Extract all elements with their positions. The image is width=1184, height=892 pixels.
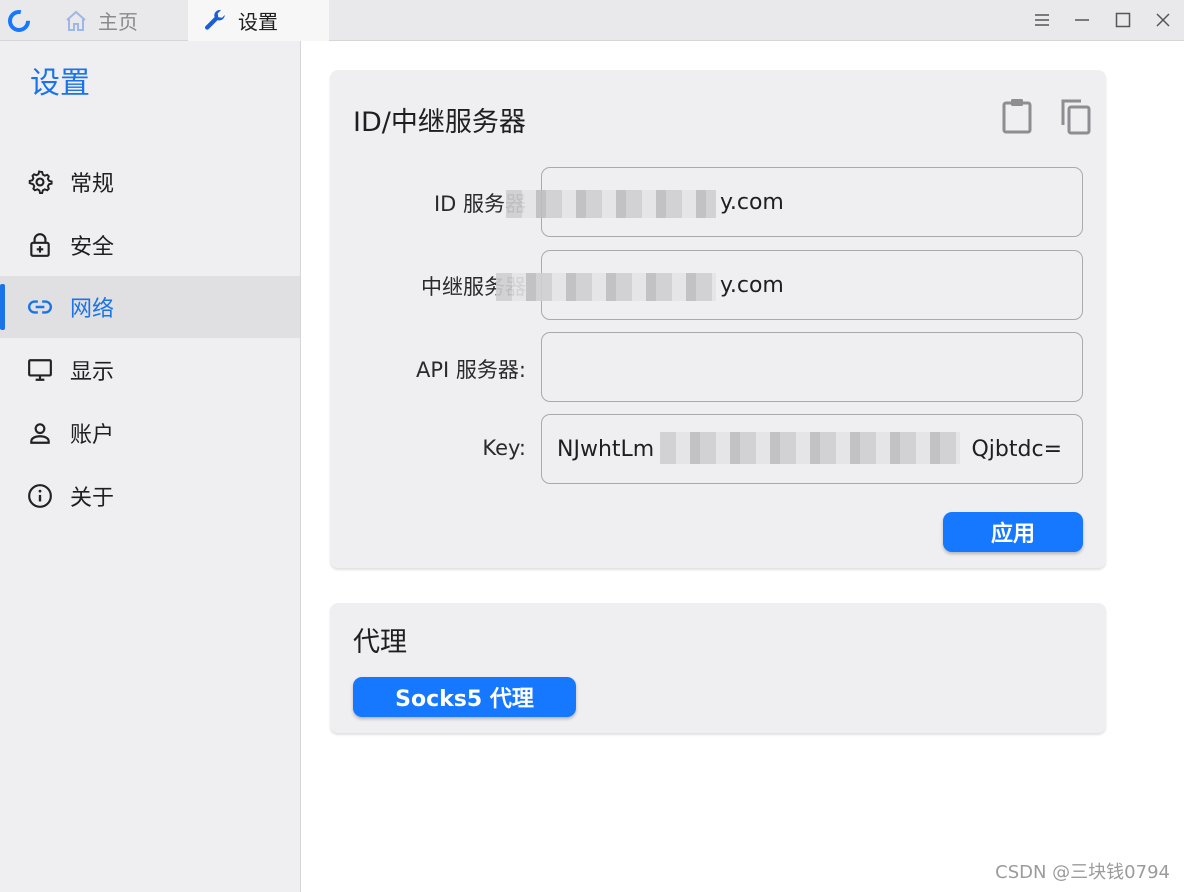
sidebar-item-account[interactable]: 账户	[0, 402, 300, 464]
tab-settings-label: 设置	[238, 10, 278, 34]
sidebar-item-network[interactable]: 网络	[0, 276, 300, 338]
key-label: Key:	[482, 436, 526, 460]
key-value-start: NJwhtLm	[557, 436, 655, 462]
maximize-icon	[1115, 12, 1131, 28]
sidebar-item-label: 常规	[70, 172, 115, 197]
wrench-icon	[205, 9, 225, 30]
card-title-id-relay: ID/中继服务器	[353, 107, 526, 138]
lock-icon	[30, 233, 50, 257]
sidebar-item-security[interactable]: 安全	[0, 214, 300, 276]
home-icon	[66, 10, 86, 31]
api-server-label: API 服务器:	[416, 358, 526, 382]
close-button[interactable]	[1151, 8, 1175, 32]
card-title-proxy: 代理	[353, 627, 407, 658]
tab-home[interactable]: 主页	[52, 0, 188, 41]
sidebar-item-general[interactable]: 常规	[0, 151, 300, 213]
sidebar-item-label: 关于	[70, 486, 115, 511]
close-icon	[1156, 13, 1170, 27]
sidebar-item-label: 显示	[70, 360, 115, 385]
redaction-blur	[496, 273, 716, 301]
sidebar-item-label: 网络	[70, 297, 115, 322]
sidebar: 设置 常规 安全 网络 显示 账户 关于	[0, 41, 301, 892]
app-logo-icon	[8, 10, 30, 32]
apply-button[interactable]: 应用	[943, 512, 1083, 552]
minimize-button[interactable]	[1070, 8, 1094, 32]
redaction-blur	[660, 432, 960, 464]
sidebar-item-about[interactable]: 关于	[0, 465, 300, 527]
title-bar: 主页 设置	[0, 0, 1184, 41]
gear-icon	[28, 170, 53, 195]
monitor-icon	[28, 359, 52, 381]
sidebar-item-display[interactable]: 显示	[0, 339, 300, 401]
person-icon	[30, 423, 50, 444]
maximize-button[interactable]	[1111, 8, 1135, 32]
id-server-value: y.com	[720, 189, 784, 215]
api-server-input[interactable]	[541, 332, 1083, 402]
minimize-icon	[1075, 19, 1089, 21]
sidebar-title: 设置	[30, 66, 90, 101]
sidebar-item-label: 账户	[70, 423, 115, 448]
clipboard-icon[interactable]	[1000, 97, 1034, 135]
menu-icon	[1035, 14, 1049, 26]
redaction-blur	[506, 190, 716, 218]
key-value-end: Qjbtdc=	[971, 436, 1062, 462]
link-icon	[28, 300, 52, 314]
tab-home-label: 主页	[98, 10, 138, 34]
copy-icon[interactable]	[1058, 97, 1092, 135]
relay-server-value: y.com	[720, 272, 784, 298]
menu-button[interactable]	[1030, 8, 1054, 32]
socks5-proxy-button[interactable]: Socks5 代理	[353, 677, 576, 717]
tab-settings[interactable]: 设置	[188, 0, 329, 41]
id-relay-server-card: ID/中继服务器 ID 服务器 y.com 中继服务器 y.com API 服务…	[330, 70, 1106, 568]
watermark: CSDN @三块钱0794	[995, 862, 1170, 883]
sidebar-item-label: 安全	[70, 235, 115, 260]
proxy-card: 代理 Socks5 代理	[330, 603, 1106, 733]
info-icon	[28, 484, 52, 508]
